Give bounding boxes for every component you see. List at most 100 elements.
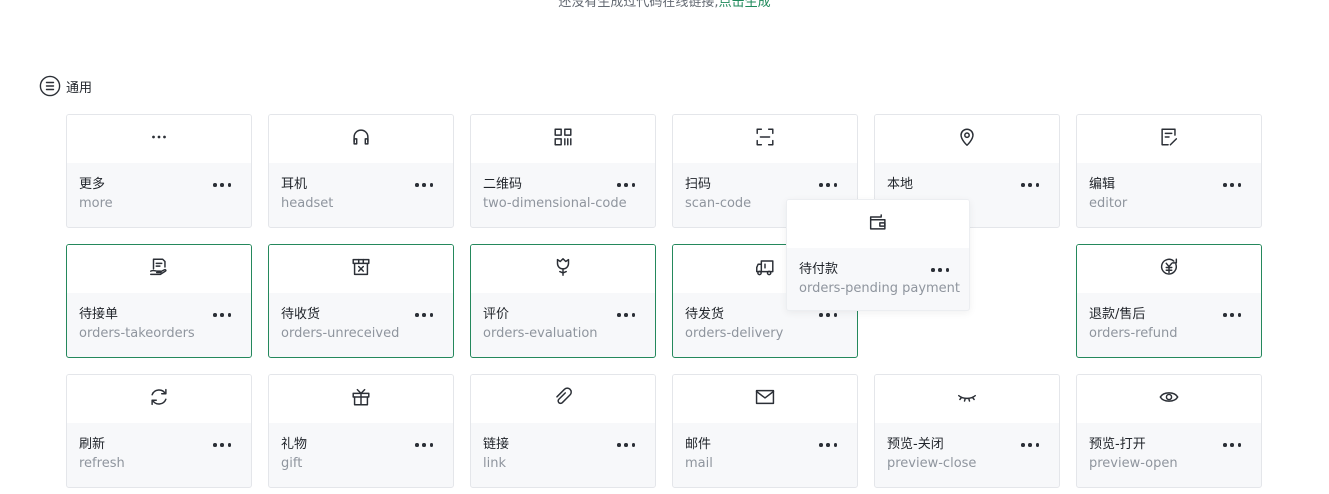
card-more-button[interactable] (617, 438, 635, 452)
card-info: 链接 link (471, 423, 655, 473)
card-icon-area (471, 115, 655, 163)
card-info: 耳机 headset (269, 163, 453, 213)
card-more-button[interactable] (213, 178, 231, 192)
list-circle-icon (39, 75, 61, 97)
refresh-icon (148, 386, 170, 412)
icon-card-headset[interactable]: 耳机 headset (268, 114, 454, 228)
card-icon-area (1077, 115, 1261, 163)
mail-icon (754, 386, 776, 412)
card-more-button[interactable] (213, 438, 231, 452)
card-info: 编辑 editor (1077, 163, 1261, 213)
card-icon-area (875, 115, 1059, 163)
icon-card-mail[interactable]: 邮件 mail (672, 374, 858, 488)
icon-card-orders-refund[interactable]: 退款/售后 orders-refund (1076, 244, 1262, 358)
card-icon-area (67, 115, 251, 163)
location-icon (956, 126, 978, 152)
card-more-button[interactable] (931, 263, 949, 277)
icon-card-preview-close[interactable]: 预览-关闭 preview-close (874, 374, 1060, 488)
card-more-button[interactable] (1021, 438, 1039, 452)
card-more-button[interactable] (819, 178, 837, 192)
card-icon-area (269, 245, 453, 293)
evaluation-icon (552, 256, 574, 282)
icon-code: headset (281, 196, 334, 211)
more-icon (148, 126, 170, 152)
card-info: 待付款 orders-pending payment (787, 248, 969, 298)
icon-card-orders-takeorders[interactable]: 待接单 orders-takeorders (66, 244, 252, 358)
icon-code: preview-open (1089, 456, 1178, 471)
card-more-button[interactable] (415, 308, 433, 322)
drag-preview-card[interactable]: 待付款 orders-pending payment (786, 199, 970, 311)
card-more-button[interactable] (213, 308, 231, 322)
card-more-button[interactable] (1223, 438, 1241, 452)
icon-code: mail (685, 456, 713, 471)
icon-card-orders-unreceived[interactable]: 待收货 orders-unreceived (268, 244, 454, 358)
icon-card-more[interactable]: 更多 more (66, 114, 252, 228)
card-more-button[interactable] (1223, 178, 1241, 192)
top-note-text: 还没有生成过代码在线链接, (558, 0, 719, 10)
card-icon-area (471, 375, 655, 423)
card-more-button[interactable] (1021, 178, 1039, 192)
gift-icon (350, 386, 372, 412)
headset-icon (350, 126, 372, 152)
card-icon-area (269, 375, 453, 423)
icon-code: editor (1089, 196, 1128, 211)
card-more-button[interactable] (617, 178, 635, 192)
icon-card-two-dimensional-code[interactable]: 二维码 two-dimensional-code (470, 114, 656, 228)
icon-code: more (79, 196, 113, 211)
card-info: 待收货 orders-unreceived (269, 293, 453, 343)
card-info: 预览-打开 preview-open (1077, 423, 1261, 473)
card-more-button[interactable] (1223, 308, 1241, 322)
card-info: 礼物 gift (269, 423, 453, 473)
card-info: 待接单 orders-takeorders (67, 293, 251, 343)
card-icon-area (673, 115, 857, 163)
card-info: 二维码 two-dimensional-code (471, 163, 655, 213)
icon-card-preview-open[interactable]: 预览-打开 preview-open (1076, 374, 1262, 488)
icon-card-link[interactable]: 链接 link (470, 374, 656, 488)
card-icon-area (787, 200, 969, 248)
card-icon-area (471, 245, 655, 293)
section-header: 通用 (39, 75, 92, 97)
card-more-button[interactable] (819, 438, 837, 452)
card-info: 退款/售后 orders-refund (1077, 293, 1261, 343)
icon-card-orders-evaluation[interactable]: 评价 orders-evaluation (470, 244, 656, 358)
card-icon-area (1077, 245, 1261, 293)
preview-open-icon (1158, 386, 1180, 412)
card-more-button[interactable] (415, 178, 433, 192)
section-title: 通用 (66, 80, 93, 96)
card-icon-area (67, 375, 251, 423)
icon-code: orders-pending payment (799, 281, 961, 296)
preview-close-icon (956, 386, 978, 412)
icon-code: orders-evaluation (483, 326, 598, 341)
card-info: 邮件 mail (673, 423, 857, 473)
icon-card-editor[interactable]: 编辑 editor (1076, 114, 1262, 228)
link-icon (552, 386, 574, 412)
card-info: 评价 orders-evaluation (471, 293, 655, 343)
card-icon-area (673, 375, 857, 423)
icon-card-refresh[interactable]: 刷新 refresh (66, 374, 252, 488)
icon-code: refresh (79, 456, 125, 471)
icon-code: two-dimensional-code (483, 196, 627, 211)
top-note: 还没有生成过代码在线链接,点击生成 (0, 0, 1329, 12)
card-more-button[interactable] (617, 308, 635, 322)
unreceived-icon (350, 256, 372, 282)
generate-link[interactable]: 点击生成 (719, 0, 771, 10)
card-info: 刷新 refresh (67, 423, 251, 473)
card-info: 更多 more (67, 163, 251, 213)
card-icon-area (1077, 375, 1261, 423)
take-orders-icon (148, 256, 170, 282)
card-icon-area (67, 245, 251, 293)
editor-icon (1158, 126, 1180, 152)
delivery-truck-icon (754, 256, 776, 282)
refund-icon (1158, 256, 1180, 282)
card-info: 预览-关闭 preview-close (875, 423, 1059, 473)
icon-code: orders-unreceived (281, 326, 400, 341)
card-info: 本地 (875, 163, 1059, 194)
icon-code: link (483, 456, 506, 471)
icon-code: orders-delivery (685, 326, 784, 341)
card-more-button[interactable] (415, 438, 433, 452)
card-icon-area (269, 115, 453, 163)
icon-code: preview-close (887, 456, 977, 471)
icon-code: gift (281, 456, 303, 471)
icon-code: orders-refund (1089, 326, 1178, 341)
icon-card-gift[interactable]: 礼物 gift (268, 374, 454, 488)
